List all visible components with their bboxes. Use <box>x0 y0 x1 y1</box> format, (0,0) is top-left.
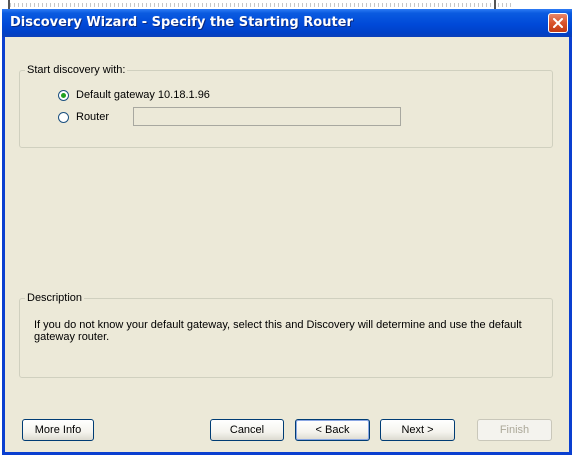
background-mark <box>8 0 10 9</box>
dialog-body: Start discovery with: Default gateway 10… <box>5 37 569 452</box>
cancel-button[interactable]: Cancel <box>210 419 284 441</box>
close-icon <box>553 18 563 28</box>
description-legend: Description <box>25 292 85 304</box>
router-label: Router <box>76 111 110 123</box>
next-button[interactable]: Next > <box>380 419 455 441</box>
back-button[interactable]: < Back <box>295 419 370 441</box>
finish-button[interactable]: Finish <box>477 419 552 441</box>
background-dots <box>10 3 514 7</box>
radio-default-gateway[interactable]: Default gateway 10.18.1.96 <box>58 89 210 101</box>
title-bar[interactable]: Discovery Wizard - Specify the Starting … <box>2 9 572 37</box>
description-text: If you do not know your default gateway,… <box>34 319 522 343</box>
router-radio[interactable] <box>58 111 69 123</box>
discovery-wizard-window: Discovery Wizard - Specify the Starting … <box>2 9 572 455</box>
default-gateway-radio[interactable] <box>58 89 69 101</box>
start-discovery-legend: Start discovery with: <box>25 64 128 76</box>
window-title: Discovery Wizard - Specify the Starting … <box>10 15 353 30</box>
background-mark <box>494 0 496 9</box>
radio-router[interactable]: Router <box>58 111 109 123</box>
more-info-button[interactable]: More Info <box>22 419 94 441</box>
description-group: Description If you do not know your defa… <box>19 292 553 378</box>
close-button[interactable] <box>548 13 568 33</box>
router-input[interactable] <box>133 107 401 126</box>
default-gateway-label: Default gateway 10.18.1.96 <box>76 89 210 101</box>
